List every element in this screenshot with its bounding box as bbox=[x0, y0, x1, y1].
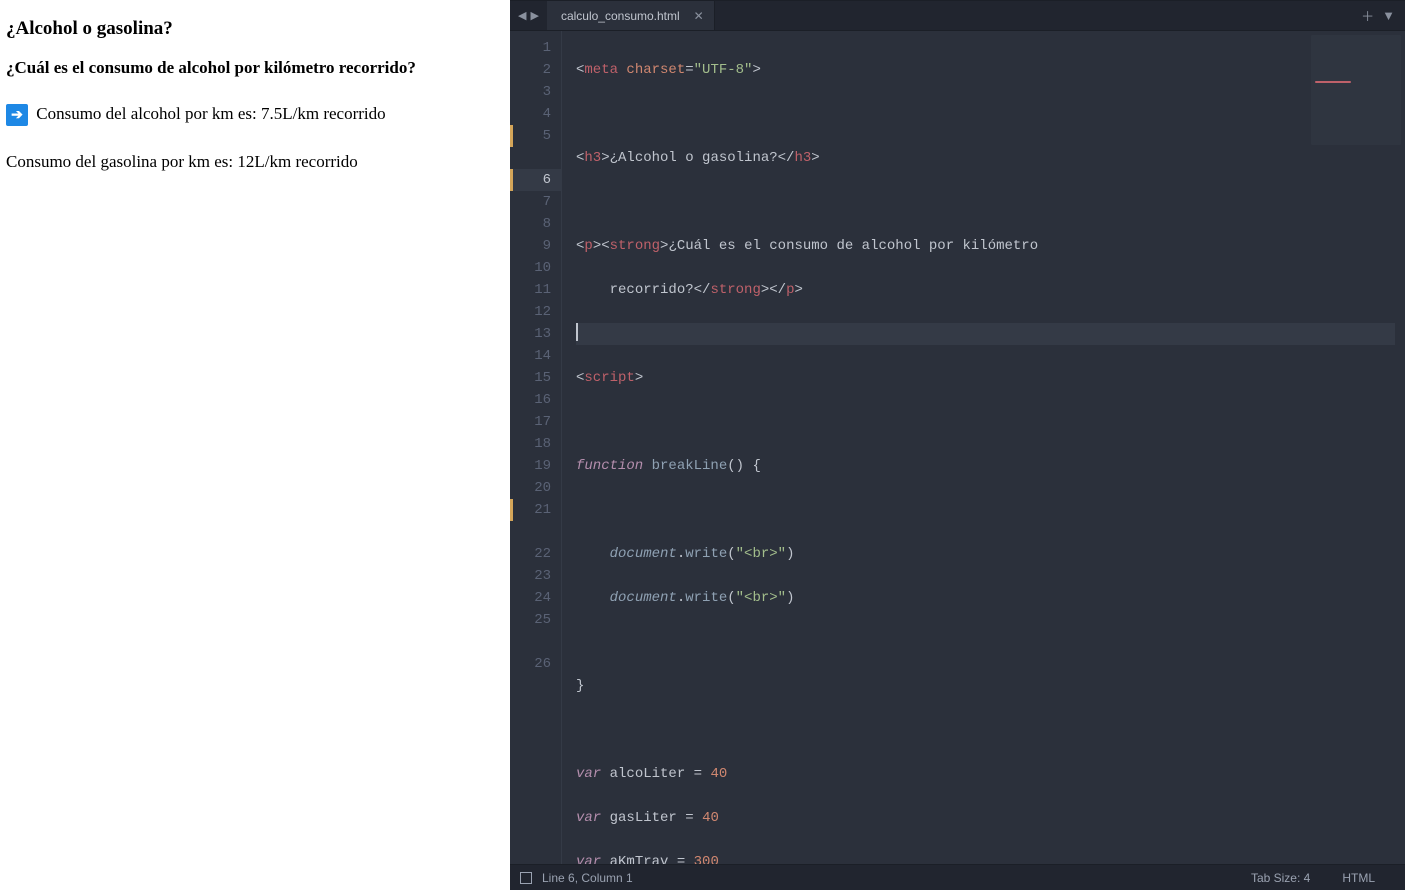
tab-title: calculo_consumo.html bbox=[561, 9, 680, 23]
line-gutter: 1 2 3 4 5 · 6 7 8 9 10 11 12 13 14 15 16… bbox=[510, 31, 562, 864]
nav-back-icon[interactable]: ◀ bbox=[518, 9, 526, 22]
output-alcohol-value: 7.5L/km recorrido bbox=[261, 104, 386, 123]
code-area[interactable]: 1 2 3 4 5 · 6 7 8 9 10 11 12 13 14 15 16… bbox=[510, 31, 1405, 864]
arrow-right-icon: ➔ bbox=[6, 104, 28, 126]
browser-preview: ¿Alcohol o gasolina? ¿Cuál es el consumo… bbox=[0, 0, 510, 890]
tab-nav: ◀ ▶ bbox=[510, 1, 547, 30]
status-cursor-position[interactable]: Line 6, Column 1 bbox=[542, 871, 633, 885]
tab-bar: ◀ ▶ calculo_consumo.html ✕ ＋ ▼ bbox=[510, 1, 1405, 31]
tab-menu-icon[interactable]: ▼ bbox=[1382, 8, 1395, 23]
status-bar: Line 6, Column 1 Tab Size: 4 HTML bbox=[510, 864, 1405, 890]
close-tab-icon[interactable]: ✕ bbox=[694, 9, 704, 23]
output-alcohol-label: Consumo del alcohol por km es: bbox=[36, 104, 261, 123]
status-syntax[interactable]: HTML bbox=[1342, 871, 1375, 885]
tab-active[interactable]: calculo_consumo.html ✕ bbox=[547, 1, 715, 30]
page-heading: ¿Alcohol o gasolina? bbox=[6, 18, 504, 40]
new-tab-icon[interactable]: ＋ bbox=[1361, 6, 1374, 25]
text-cursor bbox=[576, 323, 578, 341]
output-gasoline: Consumo del gasolina por km es: 12L/km r… bbox=[6, 152, 504, 172]
page-question: ¿Cuál es el consumo de alcohol por kilóm… bbox=[6, 58, 504, 78]
nav-forward-icon[interactable]: ▶ bbox=[530, 9, 538, 22]
code-editor: ◀ ▶ calculo_consumo.html ✕ ＋ ▼ 1 2 3 4 5… bbox=[510, 0, 1405, 890]
minimap[interactable] bbox=[1311, 35, 1401, 145]
output-alcohol: ➔ Consumo del alcohol por km es: 7.5L/km… bbox=[6, 104, 504, 126]
status-tab-size[interactable]: Tab Size: 4 bbox=[1251, 871, 1310, 885]
status-panel-icon[interactable] bbox=[520, 872, 532, 884]
code-content[interactable]: <meta charset="UTF-8"> <h3>¿Alcohol o ga… bbox=[562, 31, 1405, 864]
